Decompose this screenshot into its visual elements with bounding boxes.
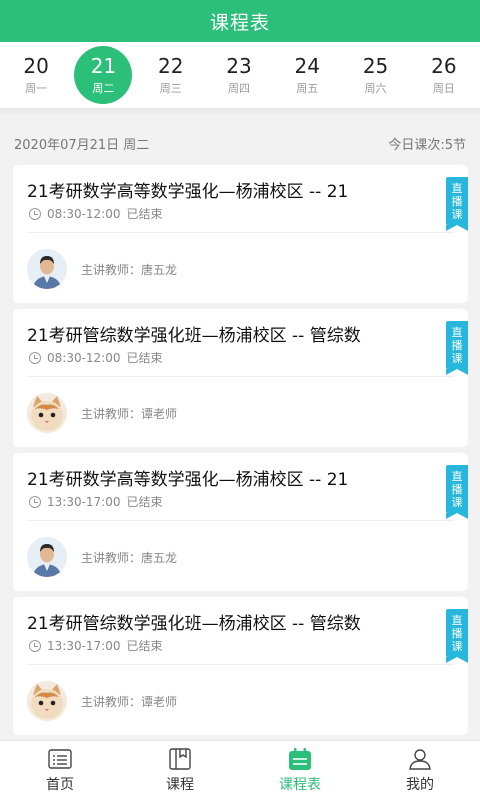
badge-char: 直 xyxy=(451,181,463,195)
day-weekday: 周五 xyxy=(296,81,319,95)
tab-label: 课程 xyxy=(166,777,194,793)
course-title: 21考研管综数学强化班—杨浦校区 -- 管综数 xyxy=(27,326,361,346)
badge-char: 直 xyxy=(451,325,463,339)
course-title: 21考研数学高等数学强化—杨浦校区 -- 21 xyxy=(27,182,349,202)
badge-char: 课 xyxy=(451,207,463,221)
day-20[interactable]: 20 周一 xyxy=(6,47,66,103)
cat-avatar xyxy=(27,681,67,721)
schedule-calendar-icon xyxy=(289,748,311,770)
day-weekday: 周日 xyxy=(432,81,455,95)
day-weekday: 周三 xyxy=(159,81,182,95)
course-time: 08:30-12:00 xyxy=(47,206,121,221)
day-25[interactable]: 25 周六 xyxy=(346,47,406,103)
profile-person-icon xyxy=(409,749,431,770)
course-status: 已结束 xyxy=(126,207,163,221)
day-weekday: 周四 xyxy=(227,81,250,95)
course-status: 已结束 xyxy=(126,351,163,365)
man-avatar xyxy=(27,249,67,289)
course-meta: 13:30-17:00 已结束 xyxy=(29,637,163,654)
day-number: 26 xyxy=(431,53,457,78)
divider xyxy=(27,376,454,377)
course-card[interactable]: 21考研管综数学强化班—杨浦校区 -- 管综数 13:30-17:00 已结束 … xyxy=(13,597,468,735)
day-weekday: 周二 xyxy=(92,81,115,95)
course-title: 21考研数学高等数学强化—杨浦校区 -- 21 xyxy=(27,470,349,490)
teacher-name: 主讲教师：唐五龙 xyxy=(81,551,178,565)
current-date: 2020年07月21日 周二 xyxy=(14,138,150,153)
cat-avatar xyxy=(27,393,67,433)
tab-profile[interactable]: 我的 xyxy=(360,741,480,800)
tab-schedule[interactable]: 课程表 xyxy=(240,741,360,800)
badge-char: 播 xyxy=(451,482,463,496)
day-weekday: 周一 xyxy=(25,81,48,95)
divider xyxy=(27,520,454,521)
course-status: 已结束 xyxy=(126,495,163,509)
live-course-badge: 直 播 课 xyxy=(446,177,468,231)
course-book-icon xyxy=(169,748,191,770)
page-title: 课程表 xyxy=(209,11,270,34)
badge-char: 直 xyxy=(451,613,463,627)
live-course-badge: 直 播 课 xyxy=(446,609,468,663)
course-time: 13:30-17:00 xyxy=(47,638,121,653)
course-meta: 13:30-17:00 已结束 xyxy=(29,493,163,510)
badge-char: 课 xyxy=(451,495,463,509)
day-number: 21 xyxy=(90,53,117,78)
course-card[interactable]: 21考研数学高等数学强化—杨浦校区 -- 21 08:30-12:00 已结束 … xyxy=(13,165,468,303)
tab-label: 首页 xyxy=(46,777,74,793)
day-number: 25 xyxy=(362,53,389,78)
course-time: 08:30-12:00 xyxy=(47,350,121,365)
date-summary: 2020年07月21日 周二 今日课次:5节 xyxy=(14,134,466,154)
week-selector: 20 周一 21 周二 22 周三 23 周四 24 周五 25 周六 26 周日 xyxy=(0,42,480,108)
tab-label: 我的 xyxy=(406,777,434,793)
badge-char: 直 xyxy=(451,469,463,483)
course-card[interactable]: 21考研数学高等数学强化—杨浦校区 -- 21 13:30-17:00 已结束 … xyxy=(13,453,468,591)
tab-label: 课程表 xyxy=(279,777,321,793)
day-number: 20 xyxy=(23,53,49,78)
day-24[interactable]: 24 周五 xyxy=(277,47,337,103)
badge-char: 播 xyxy=(451,194,463,208)
tab-courses[interactable]: 课程 xyxy=(120,741,240,800)
divider xyxy=(27,232,454,233)
clock-icon xyxy=(29,351,41,364)
teacher-name: 主讲教师：谭老师 xyxy=(81,695,178,709)
day-23[interactable]: 23 周四 xyxy=(209,47,269,103)
clock-icon xyxy=(29,495,41,508)
badge-char: 课 xyxy=(451,351,463,365)
badge-char: 播 xyxy=(451,626,463,640)
clock-icon xyxy=(29,207,41,220)
week-shadow xyxy=(0,108,480,116)
course-title: 21考研管综数学强化班—杨浦校区 -- 管综数 xyxy=(27,614,361,634)
day-22[interactable]: 22 周三 xyxy=(141,47,201,103)
teacher-name: 主讲教师：谭老师 xyxy=(81,407,178,421)
live-course-badge: 直 播 课 xyxy=(446,465,468,519)
divider xyxy=(27,664,454,665)
badge-char: 课 xyxy=(451,639,463,653)
live-course-badge: 直 播 课 xyxy=(446,321,468,375)
app-header: 课程表 xyxy=(0,0,480,42)
home-list-icon xyxy=(48,749,72,769)
day-number: 22 xyxy=(157,53,184,78)
course-meta: 08:30-12:00 已结束 xyxy=(29,349,163,366)
man-avatar xyxy=(27,537,67,577)
lesson-count: 今日课次:5节 xyxy=(388,138,466,153)
bottom-tab-bar: 首页 课程 课程表 我的 xyxy=(0,740,480,800)
teacher-name: 主讲教师：唐五龙 xyxy=(81,263,178,277)
clock-icon xyxy=(29,639,41,652)
badge-char: 播 xyxy=(451,338,463,352)
course-status: 已结束 xyxy=(126,639,163,653)
course-card[interactable]: 21考研管综数学强化班—杨浦校区 -- 管综数 08:30-12:00 已结束 … xyxy=(13,309,468,447)
day-21-selected[interactable]: 21 周二 xyxy=(74,46,133,104)
day-weekday: 周六 xyxy=(364,81,387,95)
course-time: 13:30-17:00 xyxy=(47,494,121,509)
day-number: 23 xyxy=(226,53,252,78)
day-26[interactable]: 26 周日 xyxy=(414,47,474,103)
course-meta: 08:30-12:00 已结束 xyxy=(29,205,163,222)
tab-home[interactable]: 首页 xyxy=(0,741,120,800)
course-list: 21考研数学高等数学强化—杨浦校区 -- 21 08:30-12:00 已结束 … xyxy=(0,165,480,741)
day-number: 24 xyxy=(294,53,320,78)
